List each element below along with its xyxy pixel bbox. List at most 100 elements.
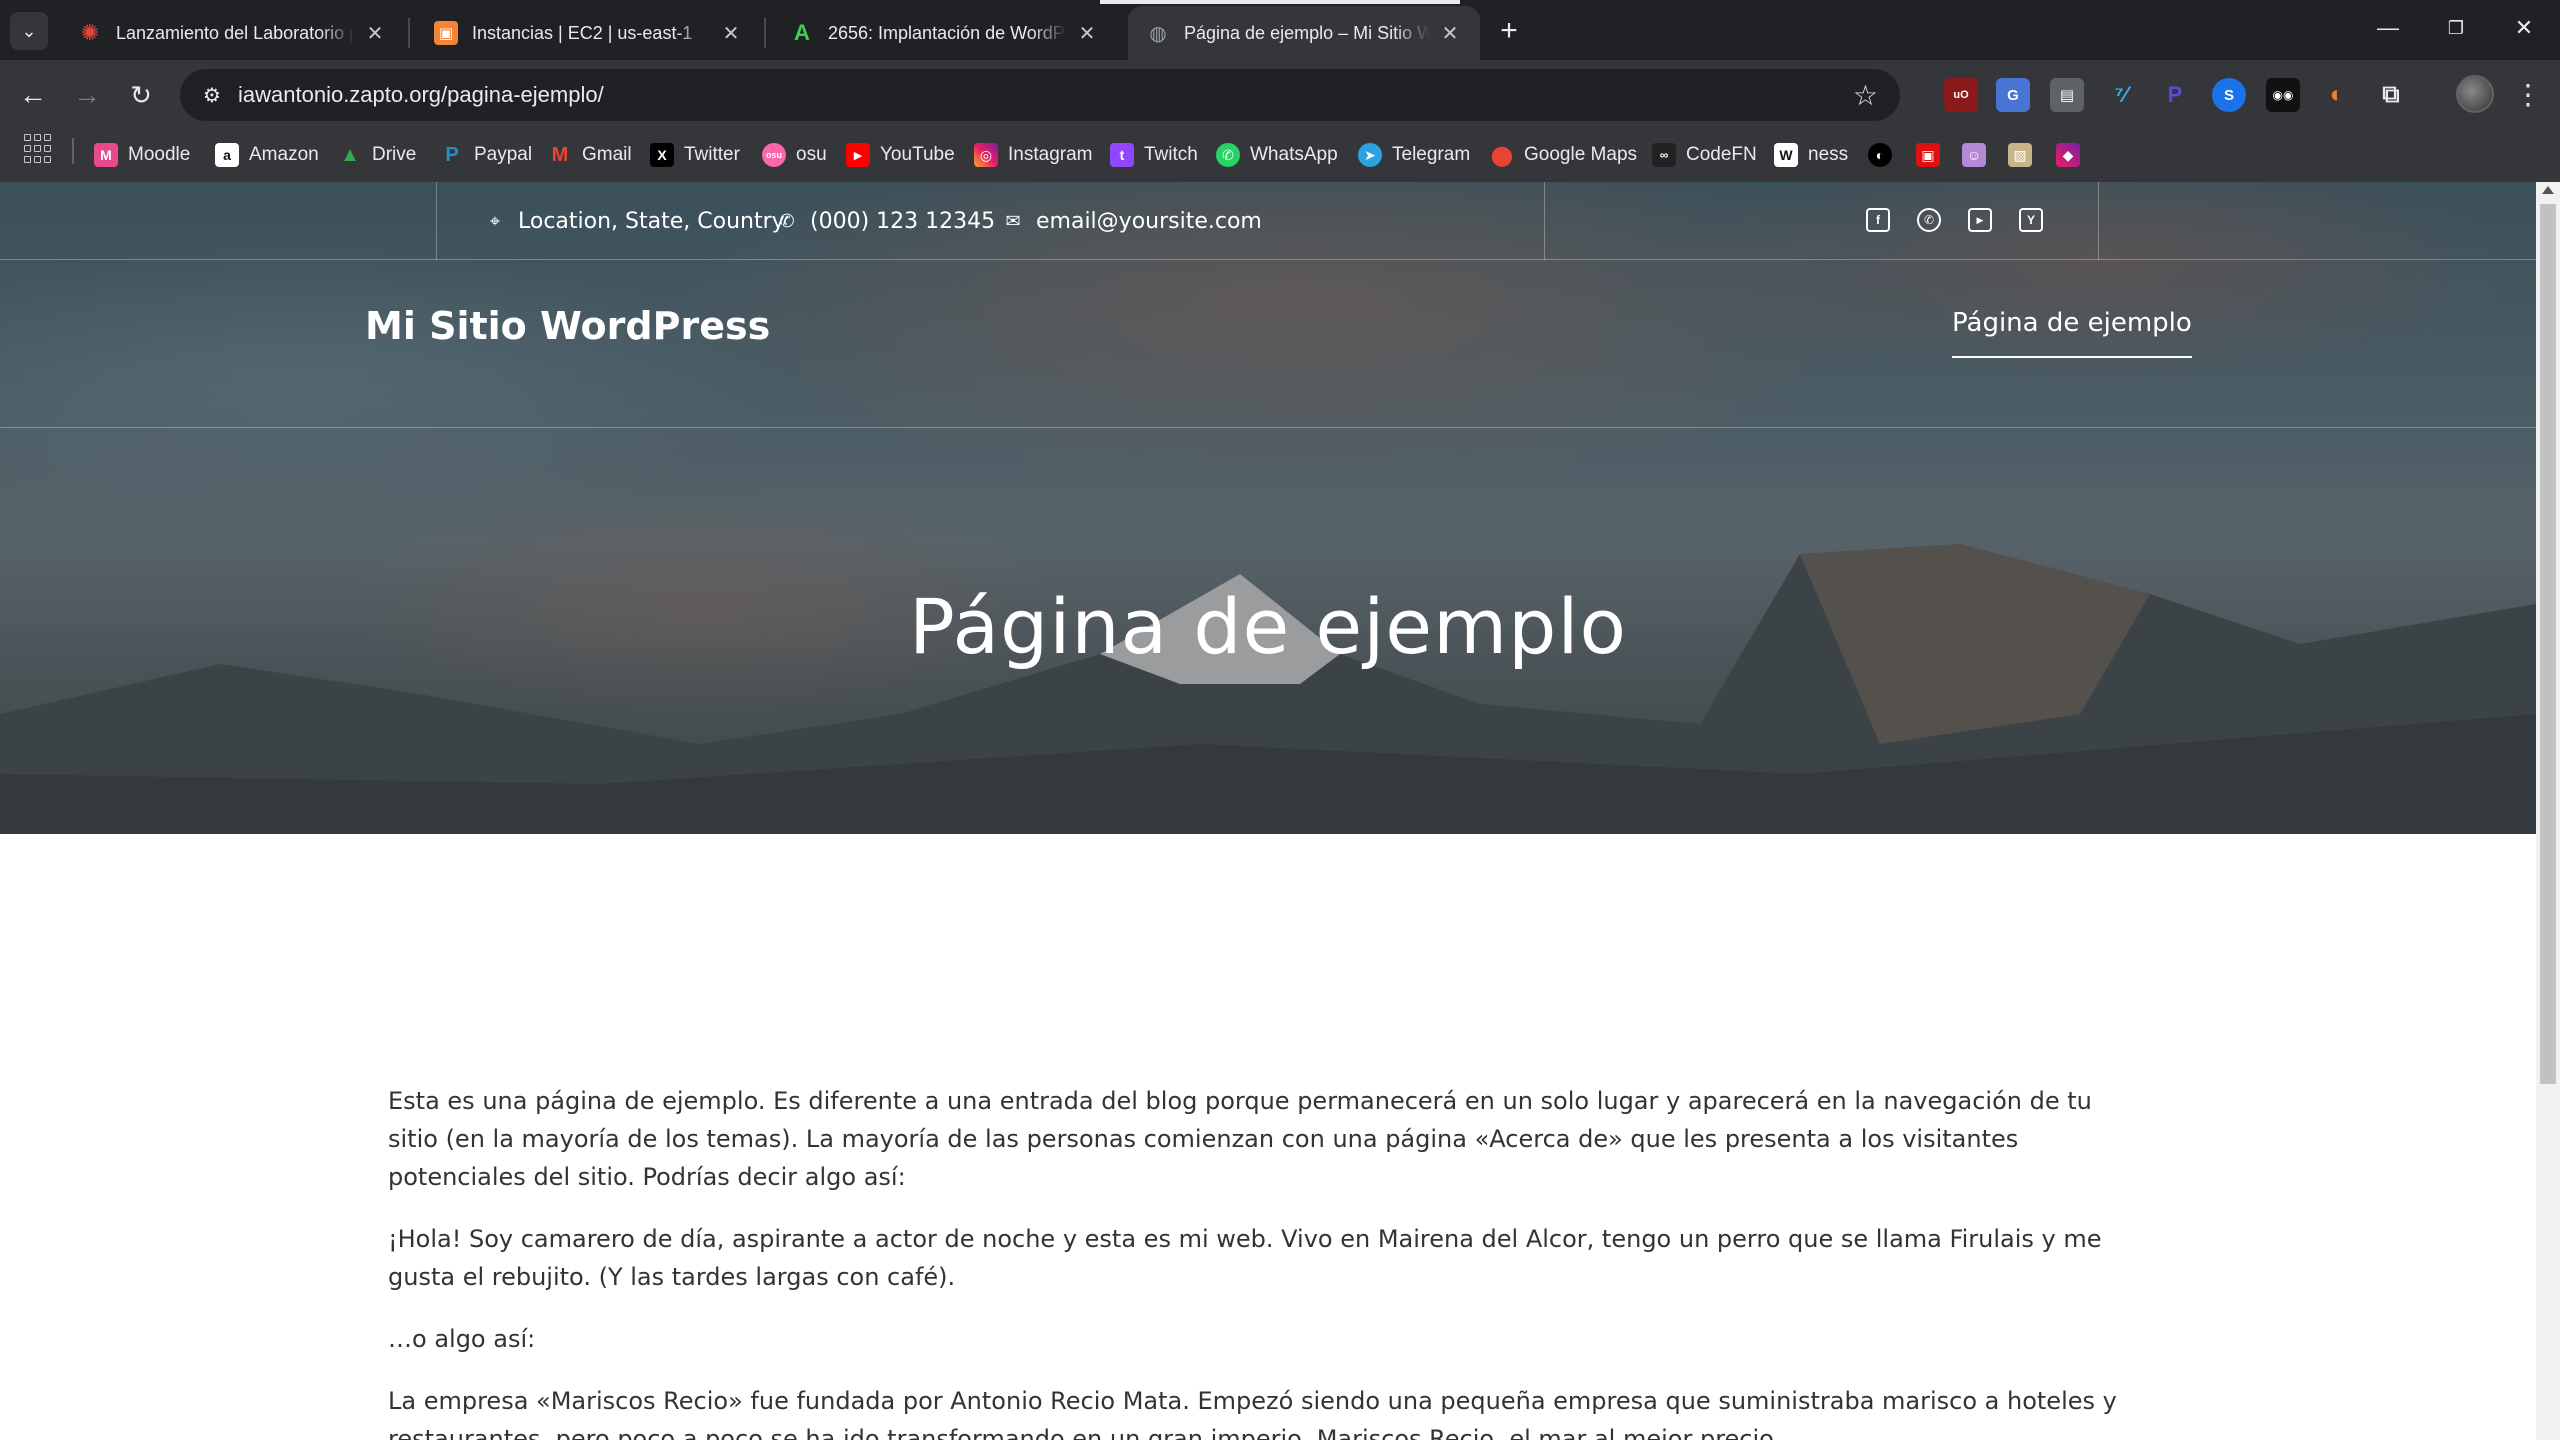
image-thumbnail-icon: ▨	[2008, 143, 2032, 167]
close-tab-icon[interactable]: ✕	[1075, 21, 1099, 45]
content-paragraph: ¡Hola! Soy camarero de día, aspirante a …	[388, 1225, 2102, 1291]
bookmark-instagram[interactable]: ◎ Instagram	[974, 135, 1092, 175]
bookmark-extra-4[interactable]: ▨	[2008, 135, 2042, 175]
minimize-button[interactable]: —	[2352, 0, 2424, 56]
page-scrollbar[interactable]	[2536, 182, 2560, 1440]
tab-active-pagina-ejemplo[interactable]: ◍ Página de ejemplo – Mi Sitio Wo ✕	[1128, 6, 1480, 60]
paypal-icon: P	[445, 143, 459, 166]
url-text: iawantonio.zapto.org/pagina-ejemplo/	[238, 82, 604, 107]
wikipedia-w-icon: W	[1774, 143, 1798, 167]
close-tab-icon[interactable]: ✕	[363, 21, 387, 45]
topbar-phone[interactable]: ✆ (000) 123 12345	[776, 206, 995, 236]
reload-button[interactable]: ↻	[120, 74, 162, 116]
content-paragraph: Esta es una página de ejemplo. Es difere…	[388, 1087, 2092, 1191]
forward-button[interactable]: →	[66, 74, 108, 116]
deepl-extension-icon[interactable]: ⁷⁄	[2104, 78, 2138, 112]
tab-ec2[interactable]: ▣ Instancias | EC2 | us-east-1 ✕	[416, 6, 761, 60]
bookmark-codefn[interactable]: ∞ CodeFN	[1652, 135, 1757, 175]
youtube-icon: ▶	[846, 143, 870, 167]
bookmark-extra-1[interactable]: ◐	[1868, 135, 1902, 175]
topbar-divider	[1544, 182, 1545, 260]
paypal-honey-extension-icon[interactable]: P	[2158, 78, 2192, 112]
page-viewport: ⌖ Location, State, Country ✆ (000) 123 1…	[0, 182, 2536, 1440]
bookmark-telegram[interactable]: ➤ Telegram	[1358, 135, 1470, 175]
browser-menu-button[interactable]: ⋮	[2510, 74, 2546, 114]
address-bar[interactable]: ⚙ iawantonio.zapto.org/pagina-ejemplo/ ☆	[180, 69, 1900, 121]
whatsapp-icon: ✆	[1216, 143, 1240, 167]
plus-icon: +	[1500, 14, 1518, 47]
instagram-icon: ◎	[974, 143, 998, 167]
ublock-extension-icon[interactable]: uO	[1944, 78, 1978, 112]
bookmark-moodle[interactable]: M Moodle	[94, 135, 190, 175]
red-square-icon: ▣	[1916, 143, 1940, 167]
topbar-email[interactable]: ✉ email@yoursite.com	[1002, 206, 1261, 236]
phone-icon: ✆	[779, 210, 795, 232]
bookmark-extra-2[interactable]: ▣	[1916, 135, 1950, 175]
bookmark-osu[interactable]: osu osu	[762, 135, 827, 175]
new-tab-button[interactable]: +	[1490, 12, 1528, 50]
topbar-divider	[436, 182, 437, 260]
site-header: Mi Sitio WordPress Página de ejemplo	[0, 260, 2536, 428]
bookmark-youtube[interactable]: ▶ YouTube	[846, 135, 955, 175]
shazam-extension-icon[interactable]: S	[2212, 78, 2246, 112]
dark-circle-icon: ◐	[1868, 143, 1892, 167]
tab-moodle[interactable]: A 2656: Implantación de WordPress ✕	[772, 6, 1117, 60]
codefn-icon: ∞	[1652, 143, 1676, 167]
close-tab-icon[interactable]: ✕	[1438, 21, 1462, 45]
content-paragraph: …o algo así:	[388, 1325, 536, 1353]
tab-strip: ⌄ ✺ Lanzamiento del Laboratorio para ✕ ▣…	[0, 0, 2560, 60]
tab-aws-academy[interactable]: ✺ Lanzamiento del Laboratorio para ✕	[60, 6, 405, 60]
bookmark-paypal[interactable]: P Paypal	[440, 135, 532, 175]
close-tab-icon[interactable]: ✕	[719, 21, 743, 45]
translate-extension-icon[interactable]: G	[1996, 78, 2030, 112]
tab-divider	[408, 18, 410, 48]
bookmark-ness[interactable]: Wness	[1774, 135, 1848, 175]
location-pin-icon: ⌖	[489, 210, 501, 232]
kebab-menu-icon: ⋮	[2514, 78, 2542, 110]
glasses-extension-icon[interactable]: ◉◉	[2266, 78, 2300, 112]
extensions-puzzle-icon[interactable]: ⧉	[2374, 78, 2408, 112]
bookmark-google-maps[interactable]: ⬤ Google Maps	[1490, 135, 1637, 175]
hero-banner: ⌖ Location, State, Country ✆ (000) 123 1…	[0, 182, 2536, 834]
content-paragraph: La empresa «Mariscos Recio» fue fundada …	[388, 1387, 2117, 1440]
bookmark-whatsapp[interactable]: ✆ WhatsApp	[1216, 135, 1338, 175]
telegram-icon: ➤	[1358, 143, 1382, 167]
close-window-button[interactable]: ✕	[2488, 0, 2560, 56]
bookmark-gmail[interactable]: M Gmail	[548, 135, 632, 175]
chevron-down-icon: ⌄	[21, 20, 37, 41]
bookmark-drive[interactable]: ▲ Drive	[338, 135, 416, 175]
tab-search-button[interactable]: ⌄	[10, 12, 48, 50]
site-title-link[interactable]: Mi Sitio WordPress	[365, 304, 770, 348]
restore-button[interactable]: ❐	[2420, 0, 2492, 56]
browser-toolbar: ← → ↻ ⚙ iawantonio.zapto.org/pagina-ejem…	[0, 60, 2560, 130]
bookmark-twitter[interactable]: X Twitter	[650, 135, 740, 175]
scrollbar-thumb[interactable]	[2540, 204, 2556, 1084]
crunchyroll-extension-icon[interactable]: ◐	[2320, 78, 2354, 112]
back-button[interactable]: ←	[12, 74, 54, 116]
osu-icon: osu	[762, 143, 786, 167]
bookmark-amazon[interactable]: a Amazon	[215, 135, 319, 175]
bookmarks-divider	[72, 138, 74, 164]
nav-item-pagina-ejemplo[interactable]: Página de ejemplo	[1952, 308, 2192, 358]
bookmark-extra-3[interactable]: ☺	[1962, 135, 1996, 175]
bookmark-extra-5[interactable]: ◆	[2056, 135, 2090, 175]
site-info-icon[interactable]: ⚙	[200, 83, 224, 107]
bookmark-star-icon[interactable]: ☆	[1853, 79, 1878, 112]
moodle-a-icon: A	[794, 20, 810, 45]
mail-icon: ✉	[1005, 210, 1021, 232]
facebook-icon[interactable]: f	[1866, 208, 1890, 232]
profile-avatar[interactable]	[2456, 75, 2494, 113]
gmail-icon: M	[551, 143, 569, 166]
reader-extension-icon[interactable]: ▤	[2050, 78, 2084, 112]
scroll-up-arrow-icon[interactable]	[2542, 186, 2554, 194]
aws-academy-icon: ✺	[80, 20, 100, 45]
arrow-left-icon: ←	[19, 79, 47, 110]
page-title: Página de ejemplo	[909, 582, 1627, 671]
bookmark-twitch[interactable]: t Twitch	[1110, 135, 1198, 175]
yelp-y-icon[interactable]: Y	[2019, 208, 2043, 232]
tab-divider	[764, 18, 766, 48]
arrow-right-icon: →	[73, 79, 101, 110]
apps-grid-icon[interactable]	[24, 134, 54, 164]
youtube-icon[interactable]: ▶	[1968, 208, 1992, 232]
whatsapp-icon[interactable]: ✆	[1917, 208, 1941, 232]
